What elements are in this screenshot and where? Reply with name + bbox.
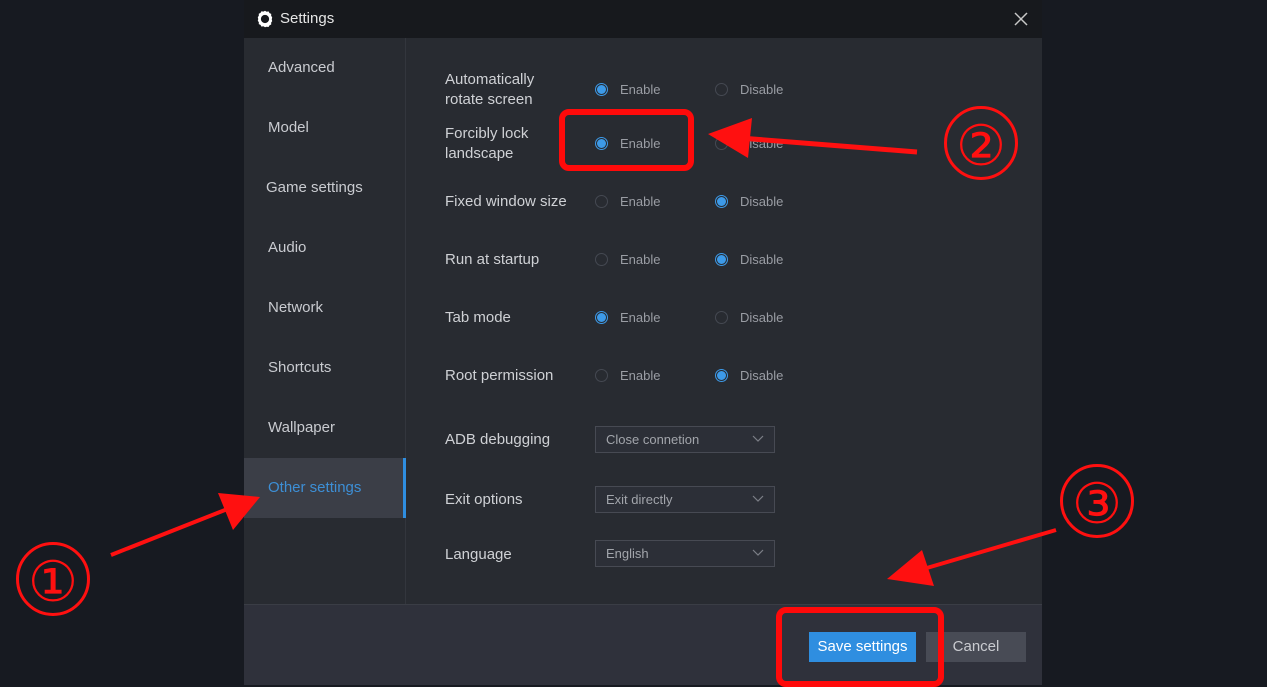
- save-settings-button[interactable]: Save settings: [809, 632, 916, 662]
- run-startup-disable-radio[interactable]: Disable: [715, 252, 783, 267]
- radio-selected-icon: [715, 253, 728, 266]
- settings-content: Automatically rotate screen Enable Disab…: [406, 38, 1042, 604]
- select-value: English: [606, 546, 649, 561]
- radio-selected-icon: [715, 195, 728, 208]
- sidebar-item-shortcuts[interactable]: Shortcuts: [244, 338, 405, 398]
- radio-label: Disable: [740, 194, 784, 209]
- radio-selected-icon: [715, 369, 728, 382]
- radio-label: Disable: [740, 310, 784, 325]
- sidebar-item-game-settings[interactable]: Game settings: [244, 158, 405, 218]
- setting-label-fixed-window-size: Fixed window size: [445, 193, 567, 210]
- radio-label: Disable: [740, 82, 784, 97]
- radio-unselected-icon: [715, 137, 728, 150]
- root-permission-enable-radio[interactable]: Enable: [595, 368, 660, 383]
- lock-landscape-enable-radio[interactable]: Enable: [595, 136, 660, 151]
- radio-label: Enable: [620, 194, 661, 209]
- radio-label: Disable: [740, 252, 784, 267]
- radio-unselected-icon: [715, 83, 728, 96]
- lock-landscape-disable-radio[interactable]: Disable: [715, 136, 783, 151]
- settings-sidebar: Advanced Model Game settings Audio Netwo…: [244, 38, 406, 604]
- radio-unselected-icon: [715, 311, 728, 324]
- window-title: Settings: [280, 10, 335, 27]
- radio-label: Enable: [620, 252, 661, 267]
- radio-selected-icon: [595, 311, 608, 324]
- cancel-button[interactable]: Cancel: [926, 632, 1026, 662]
- fixed-window-disable-radio[interactable]: Disable: [715, 194, 783, 209]
- setting-label-tab-mode: Tab mode: [445, 309, 511, 326]
- sidebar-item-advanced[interactable]: Advanced: [244, 38, 405, 98]
- radio-label: Enable: [620, 310, 661, 325]
- settings-dialog: Settings Advanced Model Game settings Au…: [244, 0, 1042, 685]
- arrow-1-icon: [110, 493, 260, 557]
- language-select[interactable]: English: [595, 540, 775, 567]
- label-line: Automatically: [445, 71, 535, 88]
- setting-label-lock-landscape: Forcibly lock landscape: [445, 124, 528, 164]
- radio-label: Enable: [620, 136, 661, 151]
- title-bar: Settings: [244, 0, 1042, 38]
- sidebar-item-network[interactable]: Network: [244, 278, 405, 338]
- setting-label-language: Language: [445, 546, 512, 563]
- setting-label-run-at-startup: Run at startup: [445, 251, 540, 268]
- tab-mode-disable-radio[interactable]: Disable: [715, 310, 783, 325]
- close-icon[interactable]: [1008, 6, 1034, 32]
- sidebar-item-model[interactable]: Model: [244, 98, 405, 158]
- label-line: landscape: [445, 145, 514, 162]
- radio-unselected-icon: [595, 195, 608, 208]
- radio-label: Disable: [740, 136, 784, 151]
- dialog-footer: Save settings Cancel: [244, 604, 1042, 685]
- label-line: rotate screen: [445, 91, 533, 108]
- sidebar-item-other-settings[interactable]: Other settings: [244, 458, 406, 518]
- auto-rotate-enable-radio[interactable]: Enable: [595, 82, 660, 97]
- step-3-marker: ③: [1060, 464, 1134, 538]
- radio-selected-icon: [595, 137, 608, 150]
- fixed-window-enable-radio[interactable]: Enable: [595, 194, 660, 209]
- select-value: Exit directly: [606, 492, 673, 507]
- adb-debugging-select[interactable]: Close connetion: [595, 426, 775, 453]
- setting-label-root-permission: Root permission: [445, 367, 554, 384]
- chevron-down-icon: [752, 435, 764, 442]
- chevron-down-icon: [752, 549, 764, 556]
- setting-label-exit-options: Exit options: [445, 491, 523, 508]
- radio-label: Enable: [620, 82, 661, 97]
- tab-mode-enable-radio[interactable]: Enable: [595, 310, 660, 325]
- exit-options-select[interactable]: Exit directly: [595, 486, 775, 513]
- radio-label: Enable: [620, 368, 661, 383]
- chevron-down-icon: [752, 495, 764, 502]
- radio-unselected-icon: [595, 369, 608, 382]
- radio-unselected-icon: [595, 253, 608, 266]
- label-line: Forcibly lock: [445, 125, 529, 142]
- radio-label: Disable: [740, 368, 784, 383]
- run-startup-enable-radio[interactable]: Enable: [595, 252, 660, 267]
- gear-icon: [257, 10, 273, 28]
- setting-label-auto-rotate: Automatically rotate screen: [445, 70, 534, 110]
- radio-selected-icon: [595, 83, 608, 96]
- sidebar-item-audio[interactable]: Audio: [244, 218, 405, 278]
- auto-rotate-disable-radio[interactable]: Disable: [715, 82, 783, 97]
- step-1-marker: ①: [16, 542, 90, 616]
- setting-label-adb-debugging: ADB debugging: [445, 431, 551, 448]
- sidebar-item-wallpaper[interactable]: Wallpaper: [244, 398, 405, 458]
- root-permission-disable-radio[interactable]: Disable: [715, 368, 783, 383]
- select-value: Close connetion: [606, 432, 700, 447]
